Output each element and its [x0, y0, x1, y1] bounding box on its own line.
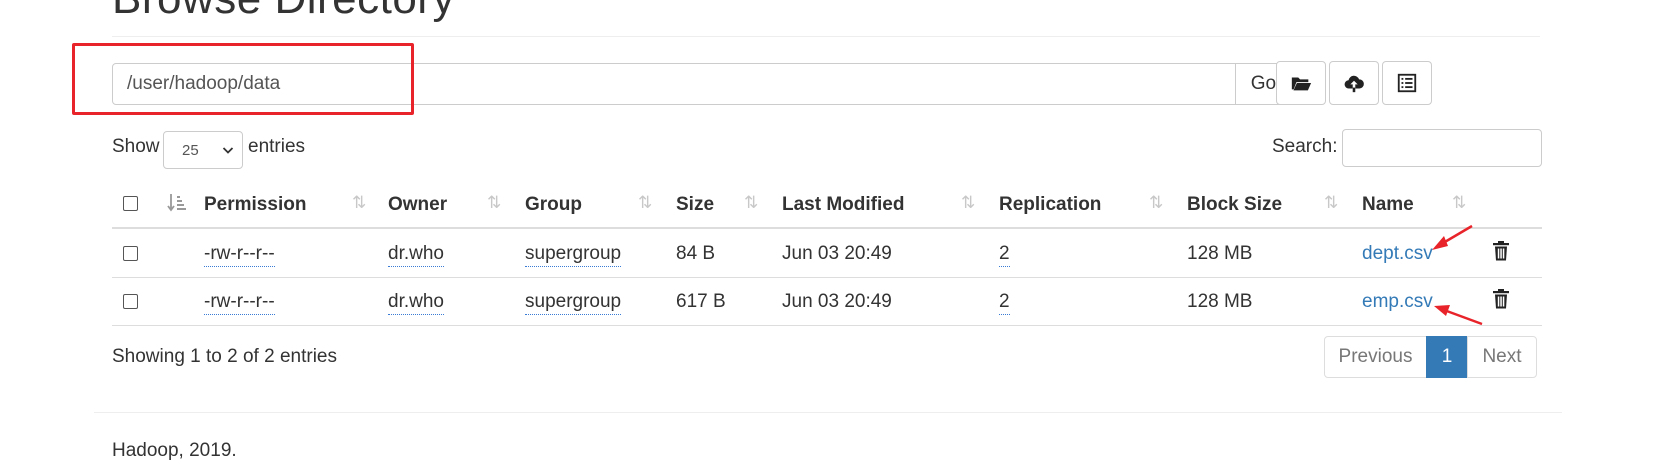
entries-per-page-value: 25 — [182, 141, 199, 159]
sort-icon[interactable]: ⇅ — [638, 193, 658, 215]
search-label: Search: — [1272, 136, 1338, 157]
upload-file-button[interactable] — [1329, 61, 1379, 105]
size-cell: 84 B — [676, 243, 716, 264]
entries-label: entries — [248, 136, 306, 157]
column-header-block-size[interactable]: Block Size — [1187, 194, 1282, 216]
page-1-button[interactable]: 1 — [1426, 336, 1468, 378]
column-header-replication[interactable]: Replication — [999, 194, 1101, 216]
owner-cell[interactable]: dr.who — [388, 291, 444, 315]
list-icon — [1397, 73, 1417, 93]
folder-open-icon — [1291, 77, 1312, 91]
page-title: Browse Directory — [112, 0, 455, 24]
last-modified-cell: Jun 03 20:49 — [782, 243, 892, 264]
column-header-permission[interactable]: Permission — [204, 194, 306, 216]
title-divider — [112, 36, 1540, 37]
footer-divider — [94, 412, 1562, 413]
next-page-button[interactable]: Next — [1467, 336, 1537, 378]
column-header-group[interactable]: Group — [525, 194, 582, 216]
permission-cell[interactable]: -rw-r--r-- — [204, 243, 275, 267]
sort-icon[interactable]: ⇅ — [1324, 193, 1344, 215]
sort-icon[interactable]: ⇅ — [744, 193, 764, 215]
previous-page-button[interactable]: Previous — [1324, 336, 1427, 378]
replication-cell[interactable]: 2 — [999, 291, 1010, 315]
row-checkbox[interactable] — [123, 294, 138, 309]
size-cell: 617 B — [676, 291, 726, 312]
trash-icon[interactable] — [1491, 288, 1511, 310]
owner-cell[interactable]: dr.who — [388, 243, 444, 267]
group-cell[interactable]: supergroup — [525, 291, 622, 315]
column-header-owner[interactable]: Owner — [388, 194, 447, 216]
block-size-cell: 128 MB — [1187, 291, 1253, 312]
browse-directory-page: Browse Directory Go! Show 25 entries — [0, 0, 1672, 464]
column-header-last-modified[interactable]: Last Modified — [782, 194, 904, 216]
table-header-divider — [112, 227, 1542, 229]
replication-cell[interactable]: 2 — [999, 243, 1010, 267]
row-checkbox[interactable] — [123, 246, 138, 261]
directory-path-input[interactable] — [112, 63, 1236, 105]
entries-per-page-select[interactable]: 25 — [163, 131, 243, 169]
sort-ascending-icon[interactable] — [166, 192, 186, 214]
row-divider — [112, 325, 1542, 326]
column-header-name[interactable]: Name — [1362, 194, 1414, 216]
sort-icon[interactable]: ⇅ — [487, 193, 507, 215]
column-header-size[interactable]: Size — [676, 194, 714, 216]
create-directory-button[interactable] — [1276, 61, 1326, 105]
sort-icon[interactable]: ⇅ — [961, 193, 981, 215]
pagination: Previous 1 Next — [1324, 336, 1537, 378]
cut-paste-button[interactable] — [1382, 61, 1432, 105]
show-label: Show — [112, 136, 160, 157]
sort-icon[interactable]: ⇅ — [352, 193, 372, 215]
footer-text: Hadoop, 2019. — [112, 440, 237, 461]
table-info: Showing 1 to 2 of 2 entries — [112, 346, 337, 367]
cloud-upload-icon — [1344, 75, 1364, 93]
permission-cell[interactable]: -rw-r--r-- — [204, 291, 275, 315]
sort-icon[interactable]: ⇅ — [1452, 193, 1472, 215]
file-name-link[interactable]: emp.csv — [1362, 291, 1433, 313]
select-all-checkbox[interactable] — [123, 196, 138, 211]
file-name-link[interactable]: dept.csv — [1362, 243, 1433, 265]
last-modified-cell: Jun 03 20:49 — [782, 291, 892, 312]
group-cell[interactable]: supergroup — [525, 243, 622, 267]
chevron-down-icon — [222, 147, 234, 154]
sort-icon[interactable]: ⇅ — [1149, 193, 1169, 215]
block-size-cell: 128 MB — [1187, 243, 1253, 264]
search-input[interactable] — [1342, 129, 1542, 167]
trash-icon[interactable] — [1491, 240, 1511, 262]
row-divider — [112, 277, 1542, 278]
